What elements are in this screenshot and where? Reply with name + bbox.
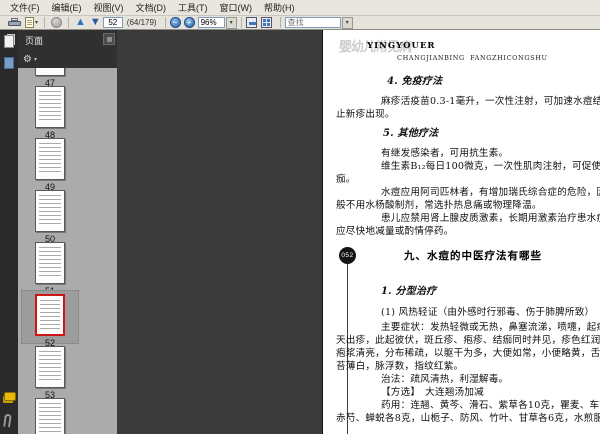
- page-text-line: 1. 分型治疗: [381, 286, 437, 297]
- page-text-line: 患儿应禁用肾上腺皮质激素，长期用激素治疗患水痘者，: [381, 213, 600, 224]
- thumbnail-page-view-box[interactable]: [35, 294, 65, 336]
- zoom-out-button[interactable]: −: [169, 17, 181, 28]
- page-text-line: 赤芍、蝉蜕各8克，山栀子、防风、竹叶、甘草各6克，水煎服，: [336, 413, 600, 424]
- fit-page-button[interactable]: [260, 17, 272, 28]
- page-text-line: 主要症状：发热轻微或无热，鼻塞流涕，喷嚏，起病后1-2: [381, 322, 600, 333]
- pages-tab-icon[interactable]: [4, 35, 14, 48]
- previous-page-button[interactable]: ▲: [73, 16, 88, 29]
- page-number-input[interactable]: [102, 17, 123, 28]
- pages-panel: 页面 ⚙ ▾ 4748495051525354 ▲ ▼: [18, 30, 135, 434]
- save-copy-button[interactable]: ▾: [23, 16, 40, 29]
- fit-width-button[interactable]: [245, 17, 257, 28]
- thumbnail-page[interactable]: [35, 242, 65, 284]
- chevron-down-icon[interactable]: ▾: [34, 56, 37, 63]
- page-text-line: 有继发感染者，可用抗生素。: [381, 148, 509, 159]
- print-button[interactable]: [6, 16, 23, 29]
- paperclip-icon[interactable]: [3, 413, 12, 428]
- page-text-line: 药用：连翘、黄芩、滑石、紫草各10克，瞿麦、车前子、: [381, 400, 600, 411]
- thumbnail-content-preview: [39, 403, 61, 434]
- menu-item[interactable]: 帮助(H): [258, 0, 301, 15]
- page-text-line: 天出疹，此起彼伏，斑丘疹、疱疹、结痂同时并见，疹色红润，: [336, 335, 600, 346]
- menu-item[interactable]: 文件(F): [4, 0, 46, 15]
- save-document-icon: [25, 17, 34, 28]
- pages-panel-options-row: ⚙ ▾: [18, 50, 117, 68]
- thumbnail-content-preview: [39, 195, 61, 227]
- thumbnail-page[interactable]: [35, 190, 65, 232]
- thumbnail-page[interactable]: [35, 398, 65, 434]
- panel-menu-button[interactable]: [103, 33, 115, 45]
- pages-panel-title: 页面: [25, 35, 44, 46]
- next-page-button[interactable]: ▼: [88, 16, 103, 29]
- thumbnail-content-preview: [39, 91, 61, 123]
- pdf-reader-window: 文件(F) 编辑(E) 视图(V) 文档(D) 工具(T) 窗口(W) 帮助(H) ▾ ▲ …: [0, 0, 600, 434]
- arrow-down-icon: ▼: [89, 16, 101, 28]
- thumbnail-page[interactable]: [35, 138, 65, 180]
- page-text-line: 止新疹出现。: [336, 109, 395, 120]
- zoom-in-button[interactable]: +: [183, 17, 195, 28]
- section-heading: 九、水痘的中医疗法有哪些: [404, 250, 542, 262]
- pages-panel-header: 页面: [18, 30, 117, 50]
- document-page: 婴幼儿常见病 YINGYOUER CHANGJIANBING FANGZHICO…: [322, 30, 600, 434]
- page-text-line: 维生素B₁₂每日100微克，一次性肌肉注射，可促使疱疹结: [381, 161, 600, 172]
- toolbar-separator: [279, 17, 281, 28]
- menu-item[interactable]: 视图(V): [88, 0, 130, 15]
- toolbar: ▾ ▲ ▼ (64/179) − + ▾ ▾: [0, 16, 600, 30]
- page-text-line: 苔薄白，脉浮数，指纹红紫。: [336, 361, 464, 372]
- thumbnail-page[interactable]: [35, 346, 65, 388]
- gear-icon[interactable]: ⚙: [23, 54, 32, 65]
- page-text-line: 【方选】 大连翘汤加减: [381, 387, 484, 398]
- page-text-line: (1) 风热轻证（由外感时行邪毒、伤于肺脾所致）: [381, 307, 595, 318]
- thumbnail-content-preview: [40, 300, 60, 330]
- page-text-line: 麻疹活疫苗0.3-1毫升，一次性注射，可加速水痘结痂，防: [381, 96, 600, 107]
- menu-item[interactable]: 编辑(E): [46, 0, 88, 15]
- globe-icon: [51, 17, 63, 28]
- thumbnail-content-preview: [39, 247, 61, 279]
- navigation-tab-strip: [0, 30, 18, 434]
- thumbnail-page[interactable]: [35, 86, 65, 128]
- thumbnail-content-preview: [39, 351, 61, 383]
- thumbnail-content-preview: [39, 143, 61, 175]
- menu-bar: 文件(F) 编辑(E) 视图(V) 文档(D) 工具(T) 窗口(W) 帮助(H): [0, 0, 600, 16]
- page-header-subtitle: CHANGJIANBING FANGZHICONGSHU: [397, 54, 548, 62]
- page-text-line: 痂。: [336, 174, 356, 185]
- arrow-up-icon: ▲: [75, 16, 86, 28]
- page-text-line: 5. 其他疗法: [383, 128, 439, 139]
- comments-icon[interactable]: [4, 392, 16, 401]
- find-input[interactable]: [284, 17, 341, 28]
- toolbar-separator: [164, 17, 166, 28]
- menu-item[interactable]: 工具(T): [172, 0, 214, 15]
- page-text-line: 水痘应用阿司匹林者，有增加瑞氏综合症的危险，因此一: [381, 187, 600, 198]
- thumbnail-content-preview: [39, 68, 61, 71]
- thumbnail-list: 4748495051525354: [18, 68, 105, 434]
- toolbar-separator: [44, 17, 46, 28]
- page-count-label: (64/179): [126, 18, 157, 27]
- toolbar-separator: [240, 17, 242, 28]
- zoom-dropdown-button[interactable]: ▾: [225, 16, 237, 29]
- disabled-tool-button: [49, 16, 64, 29]
- find-dropdown-button[interactable]: ▾: [341, 16, 353, 29]
- thumbnail-page[interactable]: [35, 68, 65, 76]
- menu-item[interactable]: 文档(D): [130, 0, 173, 15]
- page-header-title: YINGYOUER: [367, 41, 436, 51]
- layers-tab-icon[interactable]: [4, 57, 14, 69]
- menu-item[interactable]: 窗口(W): [214, 0, 259, 15]
- page-text-line: 疱浆清亮，分布稀疏，以躯干为多，大便如常，小便略黄，舌: [336, 348, 600, 359]
- zoom-level-input[interactable]: [197, 17, 225, 28]
- page-text-line: 应尽快地减量或酌情停药。: [336, 226, 454, 237]
- page-text-line: 般不用水杨酸制剂，常选扑热息痛或物理降温。: [336, 200, 542, 211]
- page-text-line: 治法：疏风清热，利湿解毒。: [381, 374, 509, 385]
- toolbar-separator: [68, 17, 70, 28]
- document-view-area[interactable]: 婴幼儿常见病 YINGYOUER CHANGJIANBING FANGZHICO…: [117, 30, 600, 434]
- chevron-down-icon[interactable]: ▾: [35, 19, 38, 26]
- printer-icon: [8, 18, 21, 27]
- page-text-line: 4. 免疫疗法: [387, 76, 443, 87]
